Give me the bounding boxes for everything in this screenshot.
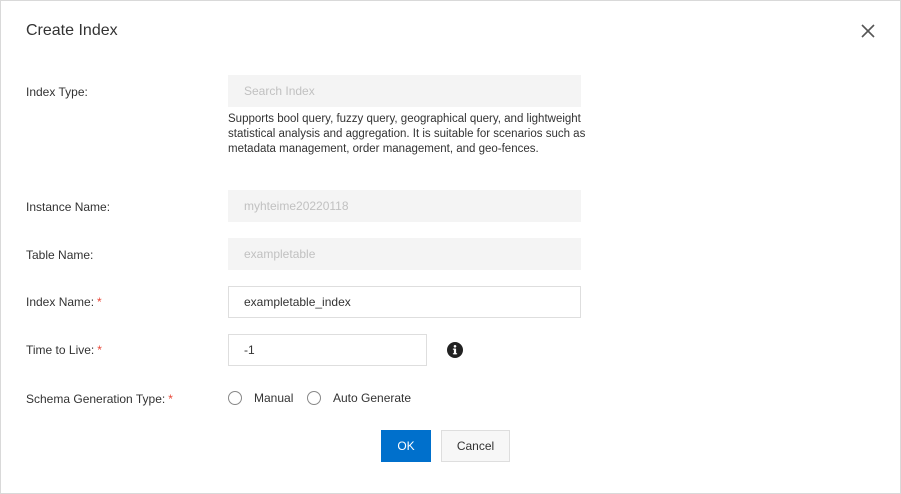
instance-name-label: Instance Name: — [26, 199, 110, 215]
dialog-header: Create Index — [1, 1, 900, 61]
instance-name-label-text: Instance Name: — [26, 200, 111, 214]
radio-auto-generate[interactable]: Auto Generate — [307, 391, 411, 405]
schema-generation-type-label: Schema Generation Type: * — [26, 391, 173, 407]
time-to-live-label: Time to Live: * — [26, 342, 102, 358]
time-to-live-label-text: Time to Live: — [26, 343, 95, 357]
time-to-live-value: -1 — [244, 343, 255, 357]
index-name-label-text: Index Name: — [26, 295, 95, 309]
table-name-label-text: Table Name: — [26, 248, 94, 262]
ok-button[interactable]: OK — [381, 430, 431, 462]
info-icon[interactable] — [447, 342, 463, 358]
create-index-dialog: Create Index Index Type: Search Index Su… — [0, 0, 901, 494]
index-type-field: Search Index — [228, 75, 581, 107]
radio-manual[interactable]: Manual — [228, 391, 293, 405]
close-icon — [861, 24, 875, 38]
close-button[interactable] — [859, 22, 877, 40]
cancel-button[interactable]: Cancel — [441, 430, 510, 462]
dialog-title: Create Index — [26, 22, 118, 39]
index-type-label-text: Index Type: — [26, 85, 88, 99]
required-marker: * — [97, 295, 102, 309]
table-name-field: exampletable — [228, 238, 581, 270]
required-marker: * — [97, 343, 102, 357]
info-icon-glyph — [447, 342, 463, 358]
index-type-label: Index Type: — [26, 84, 88, 100]
time-to-live-input[interactable]: -1 — [228, 334, 427, 366]
index-type-value: Search Index — [244, 84, 315, 98]
schema-generation-type-label-text: Schema Generation Type: — [26, 392, 166, 406]
radio-auto-generate-label: Auto Generate — [333, 391, 412, 405]
table-name-label: Table Name: — [26, 247, 93, 263]
index-name-label: Index Name: * — [26, 294, 102, 310]
radio-manual-label: Manual — [254, 391, 294, 405]
radio-auto-generate-circle[interactable] — [307, 391, 321, 405]
instance-name-value: myhteime20220118 — [244, 199, 349, 213]
index-name-input[interactable]: exampletable_index — [228, 286, 581, 318]
required-marker: * — [168, 392, 173, 406]
instance-name-field: myhteime20220118 — [228, 190, 581, 222]
radio-manual-circle[interactable] — [228, 391, 242, 405]
index-type-description: Supports bool query, fuzzy query, geogra… — [228, 113, 586, 156]
table-name-value: exampletable — [244, 247, 316, 261]
index-name-value: exampletable_index — [244, 295, 351, 309]
